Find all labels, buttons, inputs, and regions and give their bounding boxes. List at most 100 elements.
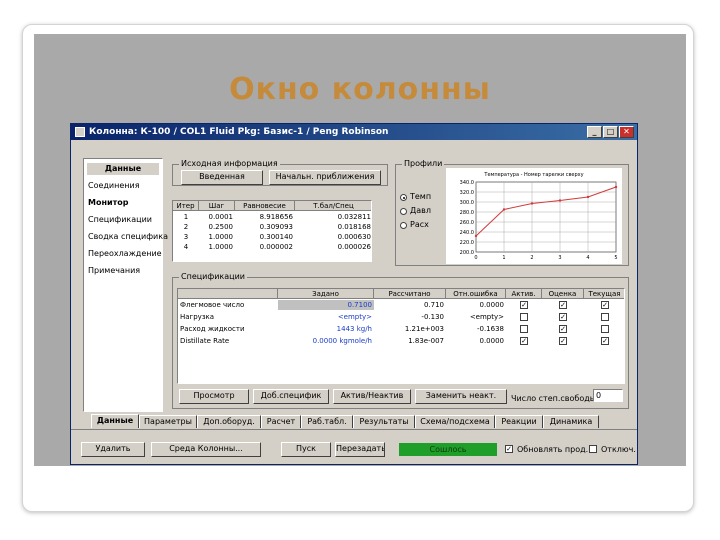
toggle-active-button[interactable]: Актив/Неактив [333,389,411,404]
dof-value: 0 [593,389,623,402]
temperature-profile-chart: Температура - Номер тарелки сверху 340.0… [446,168,622,264]
spec-value-input[interactable]: 0.7100 [278,300,374,310]
col-header-heat-spec: Т.бал/Спец [295,201,371,211]
estimate-checkbox[interactable]: ✓ [559,313,567,321]
table-cell: 2 [183,223,189,231]
data-point [474,234,478,238]
x-tick-label: 4 [586,255,589,261]
tab-extra-equipment[interactable]: Доп.оборуд. [197,415,261,428]
nav-item-subcooling[interactable]: Переохлаждение [88,249,162,258]
col-header-step: Шаг [199,201,235,211]
table-cell: 0.309093 [259,223,293,231]
col-header-estimate: Оценка [542,289,584,299]
data-point [530,202,534,205]
col-header-rel-error: Отн.ошибка [446,289,506,299]
x-tick-label: 3 [558,255,561,261]
active-checkbox[interactable]: ✓ [520,337,528,345]
data-point [558,199,562,202]
replace-inactive-button[interactable]: Заменить неакт. [415,389,507,404]
entered-button[interactable]: Введенная [181,170,263,185]
estimate-checkbox[interactable]: ✓ [559,301,567,309]
estimate-checkbox[interactable]: ✓ [559,325,567,333]
radio-temp[interactable] [400,194,407,201]
tab-reactions[interactable]: Реакции [495,415,543,428]
spec-value-input[interactable]: <empty> [278,312,374,322]
data-point [586,195,590,199]
iteration-table: Итер Шаг Равновесие Т.бал/Спец 1 0.0001 … [172,200,372,262]
view-button[interactable]: Просмотр [179,389,249,404]
spec-value-input[interactable]: 0.0000 kgmole/h [278,336,374,346]
initial-estimates-button[interactable]: Начальн. приближения [269,170,381,185]
current-checkbox[interactable] [601,325,609,333]
table-cell: 3 [183,233,189,241]
tab-parameters[interactable]: Параметры [139,415,197,428]
tab-results[interactable]: Результаты [353,415,415,428]
nav-item-notes[interactable]: Примечания [88,266,140,275]
col-header-current: Текущая [584,289,624,299]
window-icon [75,127,85,137]
table-cell: 4 [183,243,189,251]
spec-error: 0.0000 [479,301,505,309]
table-cell: 1 [183,213,189,221]
chart-frame [475,181,617,253]
tab-data[interactable]: Данные [91,414,139,428]
specs-table: Задано Рассчитано Отн.ошибка Актив. Оцен… [177,288,625,384]
estimate-checkbox[interactable]: ✓ [559,337,567,345]
active-checkbox[interactable]: ✓ [520,301,528,309]
tab-worksheet[interactable]: Раб.табл. [301,415,353,428]
data-point [614,185,618,189]
nav-header: Данные [87,163,159,175]
spec-name: Расход жидкости [180,325,245,333]
table-cell: 0.000002 [259,243,293,251]
initial-info-label: Исходная информация [179,159,280,168]
nav-item-monitor[interactable]: Монитор [88,198,128,207]
spec-calculated: 1.21e+003 [404,325,444,333]
current-checkbox[interactable]: ✓ [601,301,609,309]
title-bar[interactable]: Колонна: К-100 / COL1 Fluid Pkg: Базис-1… [71,124,637,140]
current-checkbox[interactable]: ✓ [601,337,609,345]
tab-flowsheet[interactable]: Схема/подсхема [415,415,495,428]
y-tick-label: 260.0 [460,220,474,226]
add-spec-button[interactable]: Доб.специфик [253,389,329,404]
table-cell: 0.018168 [337,223,371,231]
col-header-specified: Задано [278,289,374,299]
table-cell: 0.000630 [337,233,371,241]
y-tick-label: 300.0 [460,200,474,206]
radio-pressure-label: Давл [410,206,431,215]
x-tick-label: 0 [474,255,477,261]
table-cell: 0.000026 [337,243,371,251]
y-tick-label: 240.0 [460,230,474,236]
col-header-calculated: Рассчитано [374,289,446,299]
active-checkbox[interactable] [520,325,528,333]
minimize-button[interactable]: _ [587,126,602,138]
column-environment-button[interactable]: Среда Колонны... [151,442,261,457]
run-button[interactable]: Пуск [281,442,331,457]
specifications-label: Спецификации [179,272,247,281]
tab-calculation[interactable]: Расчет [261,415,301,428]
radio-pressure[interactable] [400,208,407,215]
table-cell: 8.918656 [259,213,293,221]
col-header-equilibrium: Равновесие [235,201,295,211]
radio-flow[interactable] [400,222,407,229]
nav-item-spec-summary[interactable]: Сводка специфика [88,232,168,241]
active-checkbox[interactable] [520,313,528,321]
current-checkbox[interactable] [601,313,609,321]
reset-button[interactable]: Перезадать [335,442,385,457]
dof-label: Число степ.свободы [511,394,597,403]
close-button[interactable]: ✕ [619,126,634,138]
nav-item-connections[interactable]: Соединения [88,181,140,190]
update-label: Обновлять прод. [517,445,589,454]
spec-value-input[interactable]: 1443 kg/h [278,324,374,334]
maximize-button[interactable]: □ [603,126,618,138]
tab-dynamics[interactable]: Динамика [543,415,599,428]
specifications-group: Спецификации Задано Рассчитано Отн.ошибк… [172,272,629,409]
delete-button[interactable]: Удалить [81,442,145,457]
ignore-checkbox[interactable] [589,445,597,453]
y-tick-label: 340.0 [460,180,474,186]
nav-item-specs[interactable]: Спецификации [88,215,152,224]
spec-name: Distillate Rate [180,337,230,345]
x-tick-label: 2 [530,255,533,261]
spec-name: Нагрузка [180,313,215,321]
update-checkbox[interactable]: ✓ [505,445,513,453]
bottom-bar: Удалить Среда Колонны... Пуск Перезадать… [71,429,637,465]
